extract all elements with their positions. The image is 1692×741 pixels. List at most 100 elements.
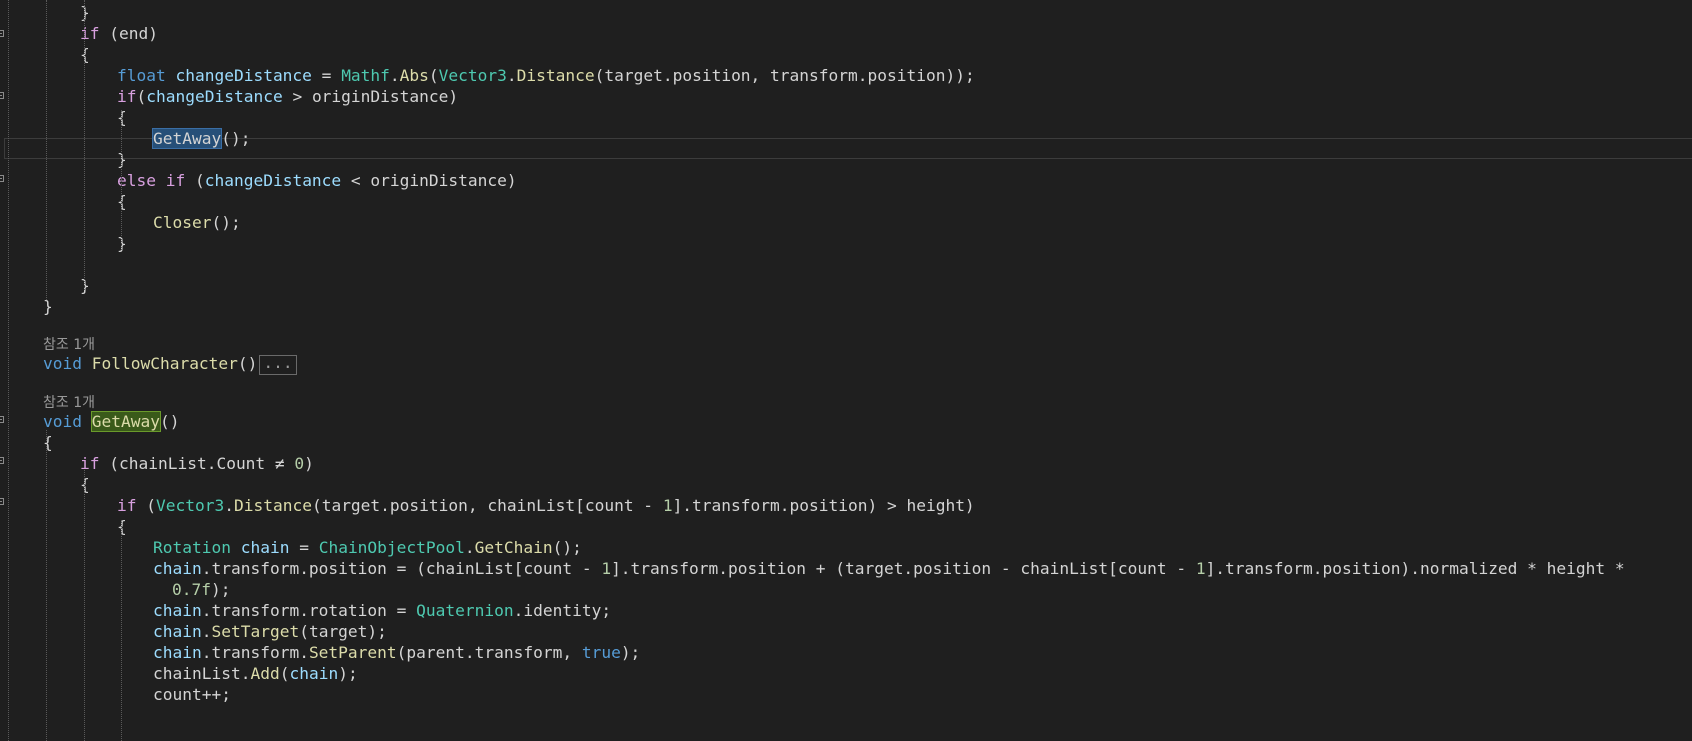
indent-guide (84, 0, 85, 290)
code-token: .transform.position = (chainList[count - (201, 559, 602, 578)
fold-toggle-icon[interactable] (0, 30, 4, 37)
code-line[interactable]: chainList.Add(chain); (153, 663, 358, 685)
code-token: ); (210, 580, 231, 599)
code-line[interactable]: Closer(); (153, 212, 241, 234)
fold-toggle-icon[interactable] (0, 175, 4, 182)
indent-guide (46, 0, 47, 300)
code-token: if (117, 496, 137, 515)
code-line[interactable]: chain.SetTarget(target); (153, 621, 387, 643)
code-token: 0 (294, 454, 305, 473)
code-token: GetAway (151, 128, 223, 149)
code-token: float (117, 66, 166, 85)
code-token: ( (136, 87, 147, 106)
code-token: . (506, 66, 517, 85)
code-token: ( (185, 171, 205, 190)
code-token: (parent.transform, (396, 643, 582, 662)
code-token: Add (250, 664, 280, 683)
code-token: chain (153, 622, 202, 641)
code-token: .identity; (513, 601, 612, 620)
code-line[interactable]: if (chainList.Count ≠ 0) (80, 453, 314, 475)
code-token: (); (221, 129, 251, 148)
code-line[interactable]: { (43, 432, 53, 454)
code-line[interactable]: chain.transform.rotation = Quaternion.id… (153, 600, 611, 622)
code-line[interactable]: void FollowCharacter()... (43, 353, 297, 375)
code-token: 1 (662, 496, 673, 515)
code-token: (target); (299, 622, 387, 641)
fold-toggle-icon[interactable] (0, 457, 4, 464)
code-line[interactable]: chain.transform.SetParent(parent.transfo… (153, 642, 640, 664)
code-token: (); (552, 538, 582, 557)
code-token: changeDistance (146, 87, 283, 106)
code-token: 0.7f (172, 580, 211, 599)
code-line[interactable]: Rotation chain = ChainObjectPool.GetChai… (153, 537, 582, 559)
code-token: . (464, 538, 475, 557)
code-token: 1 (1195, 559, 1206, 578)
reference-count-hint[interactable]: 참조 1개 (43, 395, 95, 411)
code-token: SetParent (308, 643, 397, 662)
fold-toggle-icon[interactable] (0, 416, 4, 423)
code-token: () (237, 354, 258, 373)
code-token: { (43, 433, 53, 452)
indent-guide (121, 110, 122, 250)
code-token: if (117, 87, 137, 106)
code-token: (target.position, transform.position)); (594, 66, 975, 85)
code-editor[interactable]: } if (end) { float changeDistance = Mathf.A… (0, 0, 1692, 741)
code-token: } (43, 297, 53, 316)
code-token: Quaternion (416, 601, 514, 620)
code-line[interactable]: chain.transform.position = (chainList[co… (153, 558, 1634, 580)
code-line[interactable]: if (end) (80, 23, 158, 45)
code-token: void (43, 412, 82, 431)
code-token: chain (153, 601, 202, 620)
code-line[interactable]: else if (changeDistance < originDistance… (117, 170, 517, 192)
editor-gutter (0, 0, 40, 741)
code-line[interactable]: if (Vector3.Distance(target.position, ch… (117, 495, 975, 517)
code-token: ].transform.position + (target.position … (611, 559, 1196, 578)
code-line[interactable]: float changeDistance = Mathf.Abs(Vector3… (117, 65, 975, 87)
indent-guide (84, 470, 85, 741)
code-token: .transform.rotation = (201, 601, 417, 620)
code-token: GetChain (474, 538, 553, 557)
code-line[interactable]: 0.7f); (172, 579, 230, 601)
code-token: Mathf (341, 66, 390, 85)
code-token: ( (279, 664, 290, 683)
code-token: chain (289, 664, 339, 683)
code-token: Vector3 (438, 66, 507, 85)
code-token: < originDistance) (341, 171, 517, 190)
code-token: FollowCharacter (91, 354, 238, 373)
current-line-highlight (4, 138, 1692, 160)
reference-count-hint[interactable]: 참조 1개 (43, 337, 95, 353)
indent-guide (121, 520, 122, 741)
code-line[interactable]: GetAway(); (151, 128, 251, 150)
fold-toggle-icon[interactable] (0, 92, 4, 99)
code-token: Vector3 (156, 496, 225, 515)
code-token: chainList. (153, 664, 251, 683)
code-token: ].transform.position).normalized * heigh… (1205, 559, 1635, 578)
code-token: Distance (516, 66, 595, 85)
code-line[interactable]: } (43, 296, 53, 318)
code-token: Distance (233, 496, 312, 515)
code-token: ( (428, 66, 439, 85)
code-token: ); (620, 643, 641, 662)
code-token: changeDistance (175, 66, 312, 85)
code-token: changeDistance (204, 171, 342, 190)
indent-guide (8, 0, 9, 741)
code-token: ) (304, 454, 314, 473)
code-token: (end) (99, 24, 158, 43)
code-token: chain (153, 559, 202, 578)
code-line[interactable]: void GetAway() (43, 411, 179, 433)
collapsed-region-button[interactable]: ... (259, 354, 297, 375)
code-token: true (581, 643, 621, 662)
code-line[interactable]: count++; (153, 684, 231, 706)
code-token: if (80, 24, 100, 43)
code-token: SetTarget (211, 622, 300, 641)
indent-guide (46, 430, 47, 741)
code-token: 1 (601, 559, 612, 578)
code-token: ( (136, 496, 156, 515)
code-token: chain (240, 538, 290, 557)
fold-toggle-icon[interactable] (0, 498, 4, 505)
code-token: count++; (153, 685, 231, 704)
code-line[interactable]: if(changeDistance > originDistance) (117, 86, 458, 108)
code-token: . (389, 66, 400, 85)
